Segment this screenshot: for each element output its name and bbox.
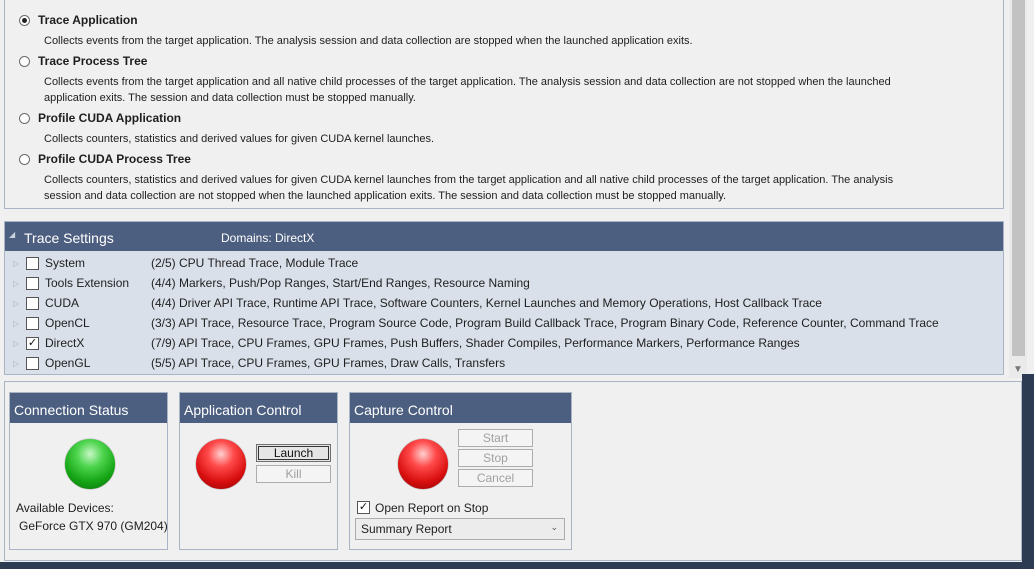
domain-detail: (2/5) CPU Thread Trace, Module Trace bbox=[151, 256, 359, 270]
launch-button[interactable]: Launch bbox=[256, 444, 331, 462]
activity-label: Trace Application bbox=[38, 13, 138, 27]
report-type-value: Summary Report bbox=[361, 522, 452, 536]
application-status-led-icon bbox=[196, 439, 246, 489]
application-control-title: Application Control bbox=[180, 393, 337, 423]
expand-arrow-icon[interactable]: ▷ bbox=[13, 279, 19, 288]
activity-description: Collects counters, statistics and derive… bbox=[44, 172, 1004, 204]
capture-control-title: Capture Control bbox=[350, 393, 571, 423]
domain-row-tools-extension[interactable]: ▷ Tools Extension (4/4) Markers, Push/Po… bbox=[5, 273, 1003, 293]
description-line: Collects counters, statistics and derive… bbox=[44, 174, 894, 186]
description-line: Collects events from the target applicat… bbox=[44, 76, 891, 88]
domain-checkbox[interactable]: ✓ bbox=[26, 336, 39, 350]
trace-settings-title: Trace Settings bbox=[24, 230, 114, 246]
domain-checkbox[interactable] bbox=[26, 256, 39, 270]
trace-settings-panel: ◢ Trace Settings Domains: DirectX ▷ Syst… bbox=[4, 221, 1004, 375]
connection-status-group: Connection Status Available Devices: GeF… bbox=[9, 392, 168, 550]
domain-detail: (5/5) API Trace, CPU Frames, GPU Frames,… bbox=[151, 356, 506, 370]
domain-checkbox[interactable] bbox=[26, 316, 39, 330]
radio-trace-application[interactable]: Trace Application bbox=[19, 13, 138, 27]
domain-row-opencl[interactable]: ▷ OpenCL (3/3) API Trace, Resource Trace… bbox=[5, 313, 1003, 333]
collapse-triangle-icon[interactable]: ◢ bbox=[9, 230, 15, 239]
domain-row-cuda[interactable]: ▷ CUDA (4/4) Driver API Trace, Runtime A… bbox=[5, 293, 1003, 313]
activity-label: Profile CUDA Process Tree bbox=[38, 152, 191, 166]
domain-detail: (4/4) Driver API Trace, Runtime API Trac… bbox=[151, 296, 822, 310]
activity-panel: Trace Application Collects events from t… bbox=[4, 0, 1004, 209]
scrollbar-thumb[interactable] bbox=[1012, 0, 1025, 356]
expand-arrow-icon[interactable]: ▷ bbox=[13, 339, 19, 348]
radio-button[interactable] bbox=[19, 153, 30, 165]
capture-status-led-icon bbox=[398, 439, 448, 489]
expand-arrow-icon[interactable]: ▷ bbox=[13, 359, 19, 368]
available-devices-label: Available Devices: bbox=[16, 501, 114, 515]
device-name: GeForce GTX 970 (GM204) bbox=[19, 519, 168, 533]
window-frame-right bbox=[1022, 374, 1034, 569]
domain-checkbox[interactable] bbox=[26, 356, 39, 370]
connection-status-led-icon bbox=[65, 439, 115, 489]
radio-profile-cuda-process-tree[interactable]: Profile CUDA Process Tree bbox=[19, 152, 191, 166]
start-button[interactable]: Start bbox=[458, 429, 533, 447]
description-line: application exits. The session and data … bbox=[44, 92, 416, 104]
domain-detail: (7/9) API Trace, CPU Frames, GPU Frames,… bbox=[151, 336, 800, 350]
domain-name: DirectX bbox=[45, 336, 85, 350]
domain-row-opengl[interactable]: ▷ OpenGL (5/5) API Trace, CPU Frames, GP… bbox=[5, 353, 1003, 373]
application-control-group: Application Control Launch Kill bbox=[179, 392, 338, 550]
domain-detail: (3/3) API Trace, Resource Trace, Program… bbox=[151, 316, 939, 330]
activity-label: Profile CUDA Application bbox=[38, 111, 182, 125]
window-frame-bottom bbox=[0, 562, 1034, 569]
domain-detail: (4/4) Markers, Push/Pop Ranges, Start/En… bbox=[151, 276, 530, 290]
domain-row-system[interactable]: ▷ System (2/5) CPU Thread Trace, Module … bbox=[5, 253, 1003, 273]
domain-checkbox[interactable] bbox=[26, 276, 39, 290]
radio-button[interactable] bbox=[19, 112, 30, 124]
activity-description: Collects events from the target applicat… bbox=[44, 35, 693, 47]
radio-profile-cuda-application[interactable]: Profile CUDA Application bbox=[19, 111, 181, 125]
radio-trace-process-tree[interactable]: Trace Process Tree bbox=[19, 54, 147, 68]
connection-status-title: Connection Status bbox=[10, 393, 167, 423]
open-report-checkbox[interactable]: ✓ bbox=[357, 501, 370, 514]
stop-button[interactable]: Stop bbox=[458, 449, 533, 467]
kill-button[interactable]: Kill bbox=[256, 465, 331, 483]
expand-arrow-icon[interactable]: ▷ bbox=[13, 299, 19, 308]
domain-name: System bbox=[45, 256, 86, 270]
domain-row-directx[interactable]: ▷ ✓ DirectX (7/9) API Trace, CPU Frames,… bbox=[5, 333, 1003, 353]
expand-arrow-icon[interactable]: ▷ bbox=[13, 319, 19, 328]
domain-name: OpenGL bbox=[45, 356, 91, 370]
radio-button[interactable] bbox=[19, 55, 30, 67]
domain-name: OpenCL bbox=[45, 316, 90, 330]
description-line: session and data collection are not stop… bbox=[44, 190, 727, 202]
radio-button[interactable] bbox=[19, 14, 30, 26]
activity-label: Trace Process Tree bbox=[38, 54, 148, 68]
domain-checkbox[interactable] bbox=[26, 296, 39, 310]
activity-description: Collects counters, statistics and derive… bbox=[44, 133, 435, 145]
domain-name: Tools Extension bbox=[45, 276, 130, 290]
open-report-label: Open Report on Stop bbox=[375, 501, 489, 515]
domains-summary: Domains: DirectX bbox=[221, 231, 315, 245]
activity-description: Collects events from the target applicat… bbox=[44, 74, 1004, 106]
domain-name: CUDA bbox=[45, 296, 80, 310]
cancel-button[interactable]: Cancel bbox=[458, 469, 533, 487]
report-type-select[interactable]: Summary Report ⌄ bbox=[355, 518, 565, 540]
capture-control-group: Capture Control Start Stop Cancel ✓ Open… bbox=[349, 392, 572, 550]
expand-arrow-icon[interactable]: ▷ bbox=[13, 259, 19, 268]
chevron-down-icon[interactable]: ⌄ bbox=[550, 522, 558, 533]
trace-settings-header[interactable]: ◢ Trace Settings Domains: DirectX bbox=[5, 222, 1003, 251]
